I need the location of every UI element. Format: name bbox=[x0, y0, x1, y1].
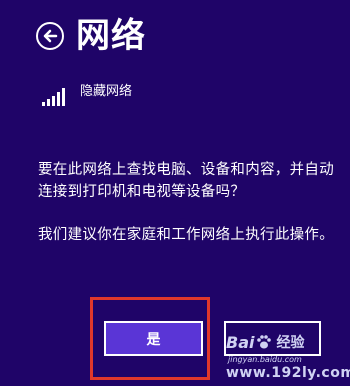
yes-button[interactable]: 是 bbox=[104, 321, 203, 356]
page-title: 网络 bbox=[76, 16, 146, 56]
wifi-signal-icon bbox=[42, 86, 65, 106]
question-text: 要在此网络上查找电脑、设备和内容，并自动连接到打印机和电视等设备吗？ bbox=[38, 162, 334, 200]
recommendation-text: 我们建议你在家庭和工作网络上执行此操作。 bbox=[38, 227, 334, 243]
network-signal bbox=[42, 84, 65, 106]
arrow-left-icon bbox=[43, 29, 58, 43]
no-button[interactable] bbox=[224, 321, 321, 356]
back-button[interactable] bbox=[36, 22, 64, 50]
network-name: 隐藏网络 bbox=[80, 84, 133, 99]
